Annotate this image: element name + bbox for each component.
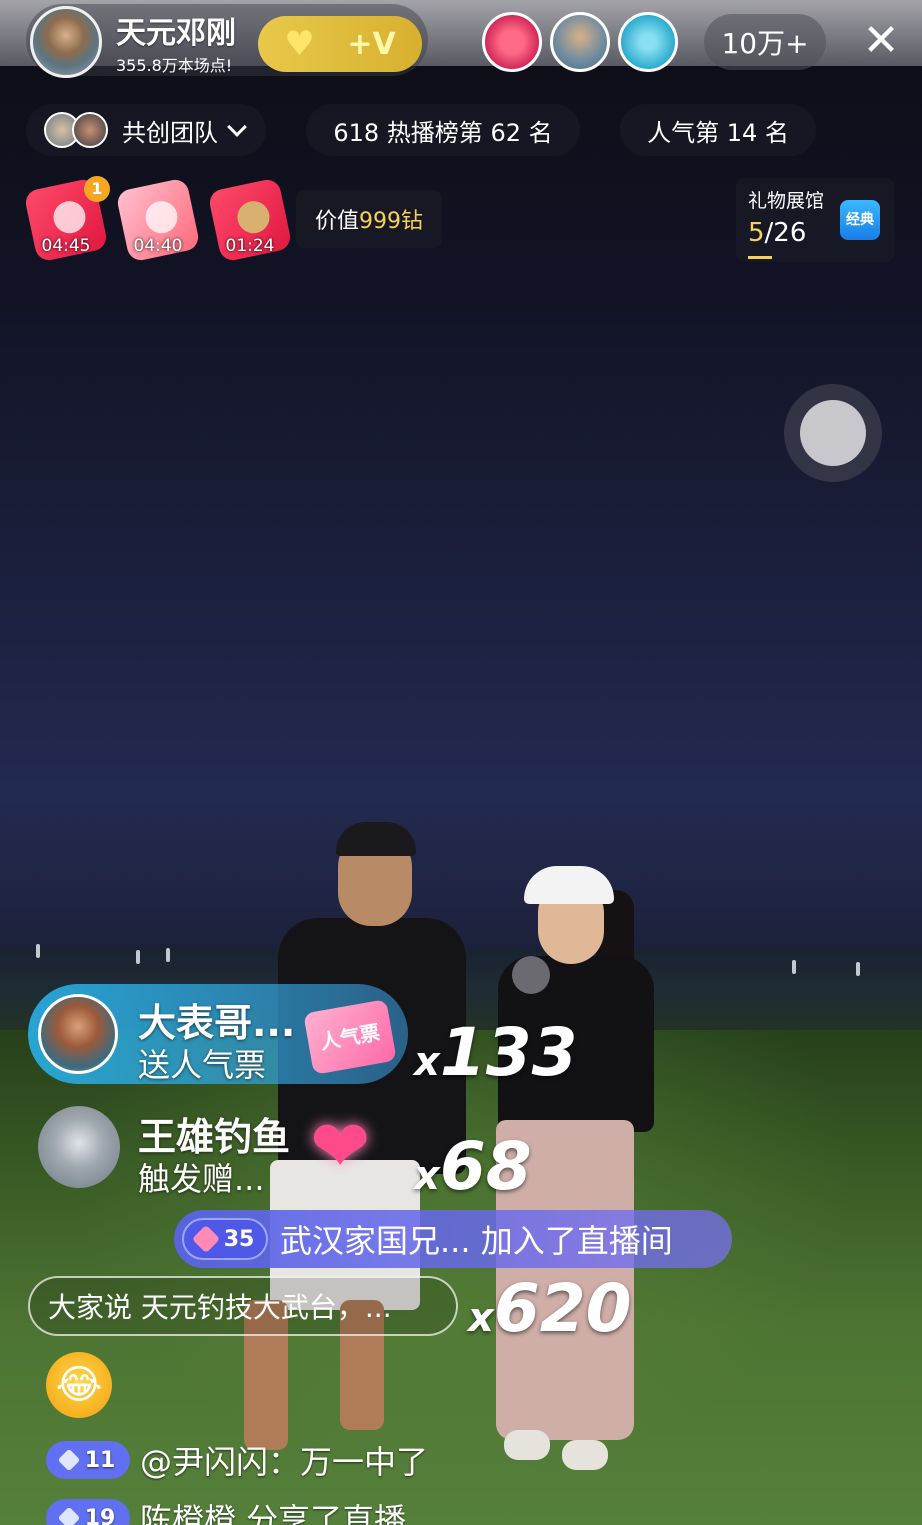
countdown-timer: 01:24 [225,236,275,256]
hot-rank-badge[interactable]: 618 热播榜第 62 名 [306,104,580,156]
chat-message[interactable]: 19 陈橙橙 分享了直播 [46,1496,406,1525]
microphone [512,956,550,994]
team-label: 共创团队 [122,118,218,147]
red-packet-box[interactable]: 04:40 [115,177,201,263]
fan-club-button[interactable]: ♥ +V [258,16,422,72]
join-notice-banner: 35 武汉家国兄... 加入了直播间 [174,1210,732,1268]
countdown-timer: 04:40 [133,236,183,256]
chat-text: 陈橙橙 分享了直播 [140,1501,407,1525]
viewer-count-button[interactable]: 10万+ [704,14,826,70]
chevron-down-icon [227,117,247,137]
popularity-rank-text: 人气第 14 名 [647,118,789,147]
follow-v-label: +V [347,26,396,62]
suggested-comment-bubble[interactable]: 大家说 天元钓技大武台，... [28,1276,458,1336]
host-avatar[interactable] [30,6,102,78]
value-amount: 999钻 [359,209,423,234]
gift-combo-count: x68 [414,1128,532,1205]
close-icon[interactable]: ✕ [858,18,904,64]
notification-badge: 1 [84,176,110,202]
presenter-man-cap [336,822,416,856]
red-packet-box[interactable]: 01:24 [207,177,293,263]
viewer-avatar[interactable] [618,12,678,72]
team-avatar [72,112,108,148]
gift-action: 触发赠... [138,1160,265,1198]
user-level-badge: 35 [182,1218,268,1260]
sender-avatar [38,994,118,1074]
classic-badge-icon: 经典 [840,200,880,240]
floating-assistive-button[interactable] [784,384,882,482]
user-level-badge: 19 [46,1499,130,1525]
presenter-woman-cap [524,866,614,904]
presenter-woman-shoe [562,1440,608,1470]
shore-light [856,962,860,976]
sender-avatar [38,1106,120,1188]
gift-combo-count: x133 [414,1014,578,1091]
host-name[interactable]: 天元邓刚 [116,8,236,52]
gift-action: 送人气票 [138,1046,267,1084]
shore-light [792,960,796,974]
heart-icon: ❤ [310,1104,371,1188]
user-level-badge: 11 [46,1441,130,1479]
presenter-woman-shoe [504,1430,550,1460]
shore-light [136,950,140,964]
shore-light [36,944,40,958]
value-prefix: 价值 [314,209,359,234]
laughing-emoji-icon: 😂 [46,1352,112,1418]
gift-showroom-button[interactable]: 礼物展馆 5/26 经典 [736,178,894,262]
gem-icon [57,1448,81,1472]
shore-light [166,948,170,962]
sender-name: 大表哥... [138,1001,296,1045]
host-points: 355.8万本场点! [116,56,233,75]
heart-icon: ♥ [284,24,315,64]
chat-message[interactable]: 11 @尹闪闪：万一中了 [46,1438,428,1482]
hot-rank-text: 618 热播榜第 62 名 [333,118,553,147]
viewer-avatar[interactable] [482,12,542,72]
popularity-rank-badge[interactable]: 人气第 14 名 [620,104,816,156]
showroom-progress: 5/26 [748,218,807,248]
gift-combo-count: x620 [468,1270,632,1347]
chat-text: @尹闪闪：万一中了 [140,1443,429,1481]
gem-icon [57,1506,81,1525]
join-text: 武汉家国兄... 加入了直播间 [280,1222,673,1260]
team-selector[interactable]: 共创团队 [26,104,266,156]
value-label[interactable]: 价值 999钻 [296,190,442,248]
sender-name: 王雄钓鱼 [138,1115,291,1159]
gem-icon [191,1224,220,1254]
gift-notice[interactable]: 王雄钓鱼 触发赠... [28,1098,328,1198]
showroom-title: 礼物展馆 [748,190,825,212]
countdown-timer: 04:45 [41,236,91,256]
viewer-avatar[interactable] [550,12,610,72]
